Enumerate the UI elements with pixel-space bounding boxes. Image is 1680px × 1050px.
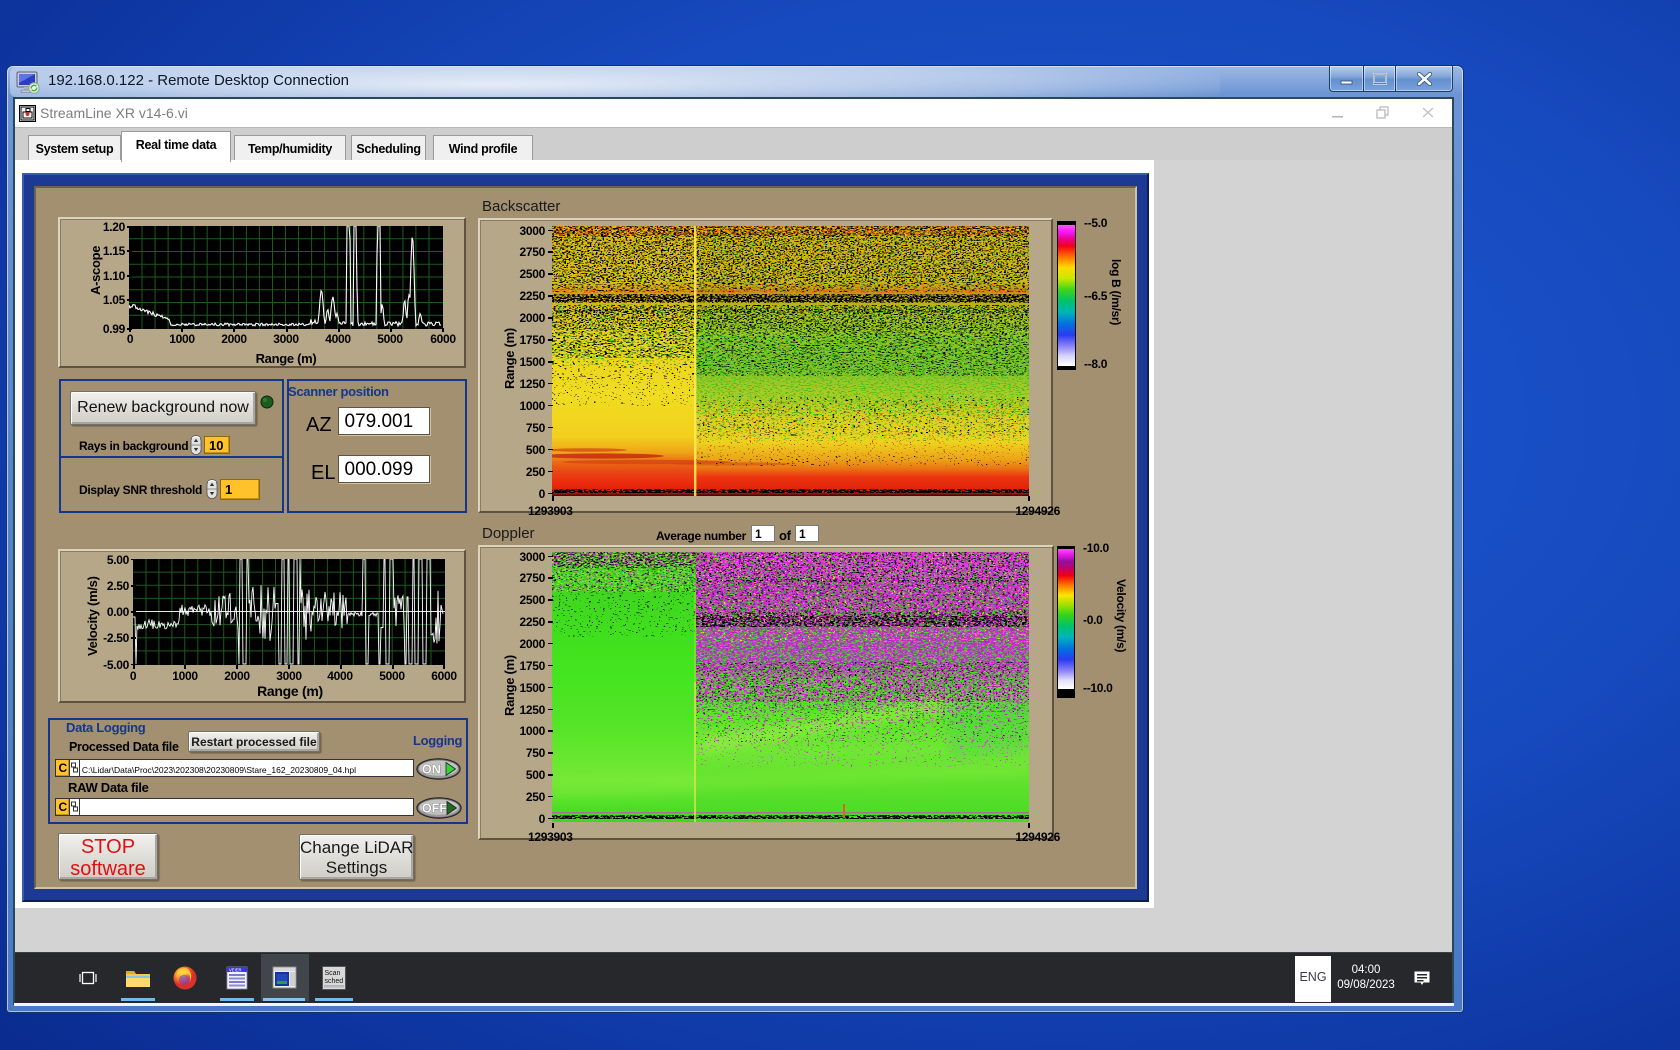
svg-text:Scan: Scan [325, 970, 341, 977]
svg-text:VEIER: VEIER [229, 967, 242, 972]
svg-text:ON: ON [422, 763, 441, 777]
svg-text:sched: sched [325, 978, 344, 985]
svg-text:OFF: OFF [422, 802, 447, 816]
